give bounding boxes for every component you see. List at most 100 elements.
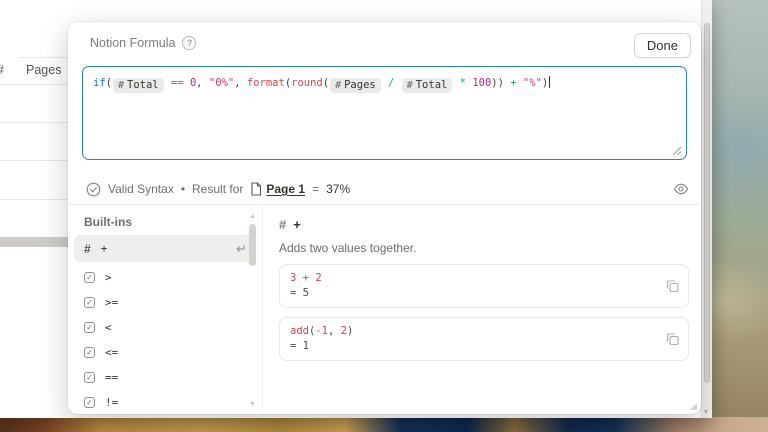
table-row-divider (0, 122, 68, 123)
formula-token: , (234, 77, 247, 89)
property-name: Pages (344, 77, 376, 94)
text-cursor (549, 76, 550, 88)
property-name: Total (416, 77, 448, 94)
property-name: Total (127, 77, 159, 94)
check-circle-icon (86, 182, 101, 197)
equals-sign: = (312, 182, 319, 196)
builtins-scrollbar[interactable]: ▲ ▼ (248, 213, 257, 408)
builtins-list: #+✓>✓>=✓<✓<=✓==✓!= (68, 235, 262, 414)
function-title: # + (279, 217, 689, 232)
table-row-divider (0, 84, 68, 85)
example-token: , (328, 325, 341, 337)
formula-token: ) (542, 77, 548, 89)
checkbox-type-icon: ✓ (84, 347, 95, 358)
copy-example-button[interactable] (666, 280, 679, 293)
function-name: + (293, 217, 301, 232)
builtin-item-4[interactable]: ✓ <= (74, 340, 256, 365)
eye-icon (673, 183, 689, 195)
table-row-divider (0, 199, 68, 200)
number-type-icon: # (279, 217, 286, 232)
example-token: ) (347, 325, 353, 337)
resize-handle-icon[interactable] (671, 145, 682, 156)
builtin-label: < (105, 321, 112, 334)
number-property-icon: # (118, 77, 124, 94)
window-scrollbar[interactable] (701, 0, 712, 418)
formula-token: , (196, 77, 209, 89)
checkbox-type-icon: ✓ (84, 297, 95, 308)
result-bar: Valid Syntax • Result for Page 1 = 37% (86, 174, 689, 204)
builtin-label: + (101, 242, 108, 255)
property-token[interactable]: #Pages (330, 78, 381, 93)
formula-dialog: Notion Formula ? Done if(#Total == 0, "0… (68, 22, 701, 414)
builtin-item-1[interactable]: ✓> (74, 265, 256, 290)
example-token: -1 (315, 325, 328, 337)
example-result: = 1 (290, 339, 658, 354)
result-value: 37% (326, 182, 350, 196)
example-card-0: 3 + 2= 5 (279, 264, 689, 308)
number-property-icon: # (0, 63, 4, 77)
formula-code[interactable]: if(#Total == 0, "0%", format(round(#Page… (93, 75, 676, 93)
builtin-label: != (105, 396, 118, 409)
formula-token: round (291, 77, 323, 89)
example-card-1: add(-1, 2)= 1 (279, 317, 689, 361)
builtins-panel: Built-ins #+✓>✓>=✓<✓<=✓==✓!= ▲ ▼ (68, 205, 263, 414)
preview-toggle[interactable] (673, 183, 689, 195)
property-token[interactable]: #Total (113, 78, 164, 93)
example-token: add (290, 325, 309, 337)
done-button[interactable]: Done (634, 33, 691, 58)
help-icon[interactable]: ? (182, 36, 196, 50)
example-code: add(-1, 2) (290, 324, 658, 339)
dialog-body: Built-ins #+✓>✓>=✓<✓<=✓==✓!= ▲ ▼ # + Add… (68, 205, 701, 414)
formula-token: "%" (523, 77, 542, 89)
scroll-down-icon[interactable]: ▼ (248, 401, 257, 408)
example-code: 3 + 2 (290, 271, 658, 286)
formula-token: + (510, 77, 516, 89)
copy-example-button[interactable] (666, 333, 679, 346)
dialog-title: Notion Formula (90, 36, 175, 50)
scrollbar-thumb[interactable] (249, 224, 256, 266)
formula-input[interactable]: if(#Total == 0, "0%", format(round(#Page… (82, 66, 687, 160)
number-property-icon: # (407, 77, 413, 94)
builtins-header: Built-ins (84, 215, 262, 229)
page-chip[interactable]: Page 1 (250, 182, 305, 196)
dialog-resize-grip[interactable] (690, 403, 697, 410)
copy-icon (666, 280, 679, 293)
builtin-label: >= (105, 296, 118, 309)
builtin-item-0[interactable]: #+ (74, 235, 256, 262)
number-property-icon: # (335, 77, 341, 94)
number-type-icon: # (84, 242, 91, 256)
enter-key-icon (233, 243, 246, 254)
syntax-status: Valid Syntax (108, 182, 174, 196)
formula-token (394, 77, 400, 89)
desktop-wallpaper: # Pages ▼ Notion Formula ? Done if(#Tota… (0, 0, 768, 432)
formula-token: format (247, 77, 285, 89)
property-token[interactable]: #Total (402, 78, 453, 93)
builtin-item-5[interactable]: ✓== (74, 365, 256, 390)
builtin-item-6[interactable]: ✓!= (74, 390, 256, 414)
builtin-item-2[interactable]: ✓ >= (74, 290, 256, 315)
scrollbar-thumb[interactable] (704, 23, 710, 383)
formula-token: ( (323, 77, 329, 89)
result-label: Result for (192, 182, 243, 196)
formula-token: ( (106, 77, 112, 89)
bullet-separator: • (181, 182, 185, 196)
scroll-up-icon[interactable]: ▲ (248, 213, 257, 220)
example-result: = 5 (290, 286, 658, 301)
wallpaper-bottom-strip (0, 417, 768, 432)
builtin-label: > (105, 271, 112, 284)
formula-token: )) (491, 77, 510, 89)
page-icon (250, 182, 262, 196)
scroll-down-icon[interactable]: ▼ (701, 409, 711, 416)
checkbox-type-icon: ✓ (84, 272, 95, 283)
builtin-label: == (105, 371, 118, 384)
builtin-item-3[interactable]: ✓< (74, 315, 256, 340)
page-name[interactable]: Page 1 (266, 182, 305, 196)
table-divider (18, 57, 68, 58)
example-token: 2 (315, 272, 321, 284)
builtin-label: <= (105, 346, 118, 359)
copy-icon (666, 333, 679, 346)
formula-token: 100 (472, 77, 491, 89)
formula-token: == (171, 77, 184, 89)
table-column-header: Pages (26, 63, 61, 77)
checkbox-type-icon: ✓ (84, 322, 95, 333)
